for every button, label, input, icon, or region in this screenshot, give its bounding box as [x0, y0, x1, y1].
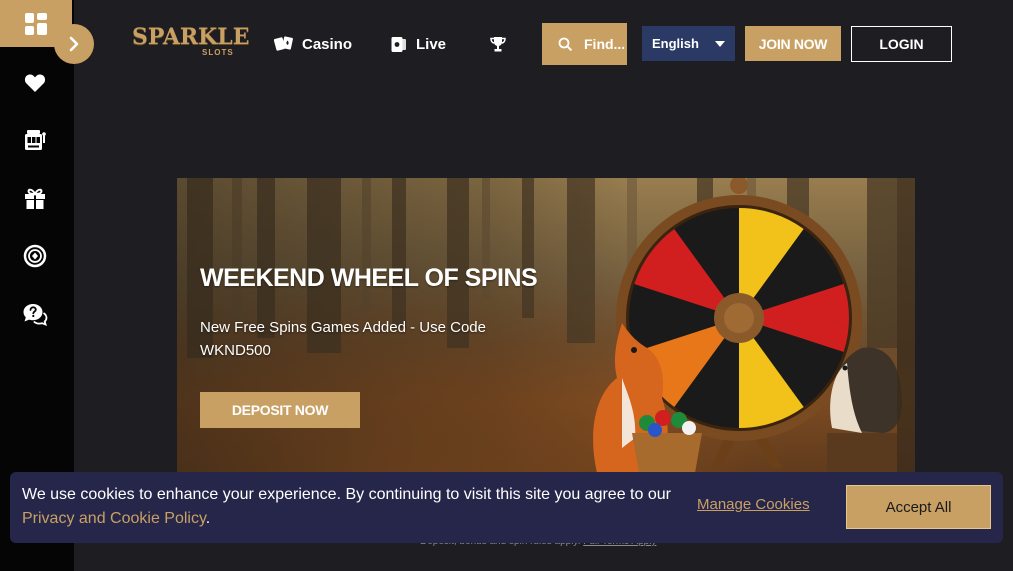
slot-machine-icon — [25, 130, 46, 150]
search-input[interactable] — [584, 36, 624, 52]
promo-banner[interactable]: WEEKEND WHEEL OF SPINS New Free Spins Ga… — [177, 178, 915, 478]
grid-icon — [25, 12, 47, 35]
sidebar-item-help[interactable] — [0, 294, 70, 334]
search-box[interactable] — [542, 23, 627, 65]
privacy-policy-link[interactable]: Privacy and Cookie Policy — [22, 510, 206, 527]
deposit-now-button[interactable]: DEPOSIT NOW — [200, 392, 360, 428]
nav-live[interactable]: Live — [390, 31, 446, 57]
login-button[interactable]: LOGIN — [851, 26, 952, 62]
poker-chip-icon — [23, 244, 47, 268]
sidebar-item-slots[interactable] — [0, 120, 70, 160]
sidebar-item-promotions[interactable] — [0, 178, 70, 218]
prize-wheel-illustration — [593, 178, 915, 478]
cookie-text-end: . — [205, 510, 211, 527]
banner-title: WEEKEND WHEEL OF SPINS — [200, 264, 538, 292]
cookie-text-start: We use cookies to enhance your experienc… — [22, 486, 671, 503]
search-icon — [558, 37, 572, 51]
nav-tournaments[interactable] — [489, 31, 507, 57]
cookie-banner: We use cookies to enhance your experienc… — [10, 472, 1003, 543]
nav-live-label: Live — [416, 35, 447, 53]
logo-subtext: SLOTS — [202, 48, 234, 57]
join-now-button[interactable]: JOIN NOW — [745, 26, 841, 61]
gift-icon — [25, 188, 45, 209]
sidebar-expand-button[interactable] — [54, 24, 94, 64]
sidebar-item-favorites[interactable] — [0, 63, 70, 103]
caret-down-icon — [715, 41, 725, 47]
accept-all-button[interactable]: Accept All — [846, 485, 991, 529]
heart-icon — [24, 74, 46, 92]
cards-icon — [274, 36, 293, 51]
cookie-message: We use cookies to enhance your experienc… — [22, 483, 672, 531]
sidebar-item-live-casino[interactable] — [0, 236, 70, 276]
language-select[interactable]: English — [642, 26, 735, 61]
nav-casino-label: Casino — [302, 35, 353, 53]
trophy-icon — [490, 37, 506, 52]
chevron-right-icon — [69, 36, 79, 52]
site-logo[interactable]: SPARKLE SLOTS — [132, 24, 250, 62]
live-cards-icon — [391, 37, 406, 52]
banner-subtitle: New Free Spins Games Added - Use Code WK… — [200, 319, 486, 359]
help-chat-icon — [23, 304, 48, 326]
logo-wordmark: SPARKLE — [132, 24, 250, 50]
language-value: English — [652, 36, 699, 51]
manage-cookies-link[interactable]: Manage Cookies — [697, 496, 810, 513]
nav-casino[interactable]: Casino — [274, 31, 352, 57]
